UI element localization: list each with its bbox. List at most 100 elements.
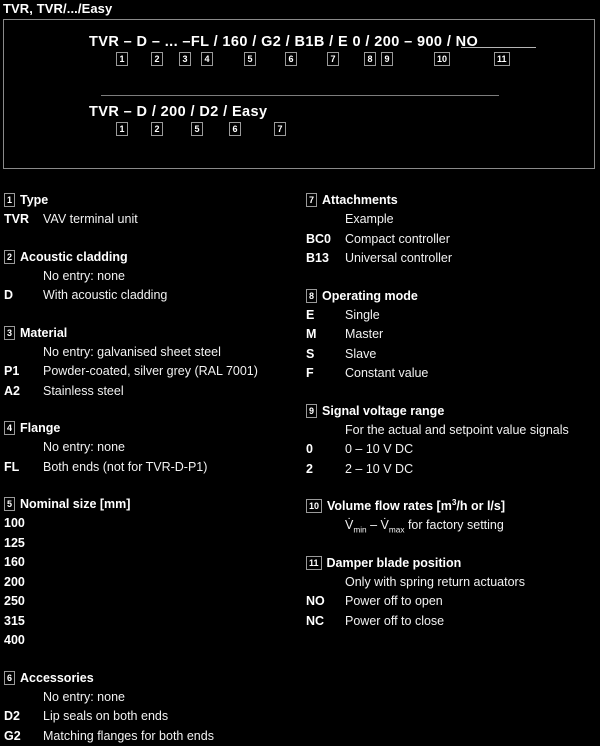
legend-group-3: 3 MaterialNo entry: galvanised sheet stee… bbox=[4, 323, 300, 402]
legend-title-3: Material bbox=[20, 323, 67, 343]
legend-row-value: Example bbox=[345, 210, 394, 230]
legend-row-key bbox=[4, 438, 43, 458]
legend-row-value: Lip seals on both ends bbox=[43, 707, 168, 727]
order-code-badges-2: 12567 bbox=[89, 122, 267, 138]
legend-row-value: With acoustic cladding bbox=[43, 286, 167, 306]
legend-row-key: 200 bbox=[4, 573, 43, 593]
legend-row-key: 100 bbox=[4, 514, 43, 534]
code-badge-1: 1 bbox=[116, 122, 128, 136]
order-code-text-1: TVR – D – ... –FL / 160 / G2 / B1B / E 0… bbox=[89, 32, 478, 52]
legend-column-left: 1TypeTVRVAV terminal unit 2Acoustic cladd… bbox=[4, 190, 300, 746]
legend-row-value: V̇min – V̇max for factory setting bbox=[345, 516, 504, 536]
order-code-frame: TVR – D – ... –FL / 160 / G2 / B1B / E 0… bbox=[3, 19, 595, 169]
legend-title-11: Damper blade position bbox=[327, 553, 462, 573]
legend-row-value: Universal controller bbox=[345, 249, 452, 269]
legend-row-key bbox=[306, 573, 345, 593]
legend-row-value: Compact controller bbox=[345, 230, 450, 250]
legend-group-header-4: 4Flange bbox=[4, 418, 300, 438]
legend-row: 315 bbox=[4, 612, 300, 632]
page-root: TVR, TVR/.../Easy TVR – D – ... –FL / 16… bbox=[0, 0, 600, 661]
legend-row: TVRVAV terminal unit bbox=[4, 210, 300, 230]
legend-group-8: 8Operating modeESingleMMasterSSlaveFCons… bbox=[306, 286, 600, 384]
legend-row-key: D2 bbox=[4, 707, 43, 727]
legend-row-value: Slave bbox=[345, 345, 376, 365]
legend-row: A2Stainless steel bbox=[4, 382, 300, 402]
legend-row-value: Power off to close bbox=[345, 612, 444, 632]
legend-group-2: 2Acoustic claddingNo entry: noneDWith ac… bbox=[4, 247, 300, 306]
legend-group-4: 4FlangeNo entry: noneFLBoth ends (not fo… bbox=[4, 418, 300, 477]
code-badge-3: 3 bbox=[179, 52, 191, 66]
legend-row-key: FL bbox=[4, 458, 43, 478]
legend-group-9: 9Signal voltage rangeFor the actual and … bbox=[306, 401, 600, 480]
legend-row: Only with spring return actuators bbox=[306, 573, 600, 593]
code-badge-7: 7 bbox=[274, 122, 286, 136]
legend-row-key bbox=[306, 516, 345, 536]
legend-row-value: 0 – 10 V DC bbox=[345, 440, 413, 460]
legend-row-key: P1 bbox=[4, 362, 43, 382]
legend-group-header-6: 6Accessories bbox=[4, 668, 300, 688]
legend-row: MMaster bbox=[306, 325, 600, 345]
volume-flow-bracket bbox=[461, 47, 536, 48]
legend-group-header-5: 5Nominal size [mm] bbox=[4, 494, 300, 514]
legend-row-value: Both ends (not for TVR-D-P1) bbox=[43, 458, 207, 478]
legend-row-key: S bbox=[306, 345, 345, 365]
legend-group-spacer bbox=[4, 306, 300, 323]
legend-badge-3: 3 bbox=[4, 326, 15, 340]
legend-badge-11: 11 bbox=[306, 556, 322, 570]
legend-row: 200 bbox=[4, 573, 300, 593]
legend-row-key: BC0 bbox=[306, 230, 345, 250]
legend-badge-10: 10 bbox=[306, 499, 322, 513]
legend-group-header-3: 3 Material bbox=[4, 323, 300, 343]
legend-row: BC0Compact controller bbox=[306, 230, 600, 250]
legend-row-key: NO bbox=[306, 592, 345, 612]
code-badge-1: 1 bbox=[116, 52, 128, 66]
legend-row-key: B13 bbox=[306, 249, 345, 269]
legend-row-key: 250 bbox=[4, 592, 43, 612]
legend-row-value: No entry: none bbox=[43, 688, 125, 708]
legend-row: 250 bbox=[4, 592, 300, 612]
legend-group-spacer bbox=[306, 384, 600, 401]
legend-badge-2: 2 bbox=[4, 250, 15, 264]
legend-group-spacer bbox=[4, 477, 300, 494]
legend-row-key: 400 bbox=[4, 631, 43, 651]
legend-row-key: D bbox=[4, 286, 43, 306]
legend-row: DWith acoustic cladding bbox=[4, 286, 300, 306]
code-badge-9: 9 bbox=[381, 52, 393, 66]
code-badge-5: 5 bbox=[244, 52, 256, 66]
legend-row: No entry: none bbox=[4, 438, 300, 458]
legend-title-5: Nominal size [mm] bbox=[20, 494, 130, 514]
legend-group-5: 5Nominal size [mm]100125160200250315400 bbox=[4, 494, 300, 651]
legend-row-key: TVR bbox=[4, 210, 43, 230]
legend-title-9: Signal voltage range bbox=[322, 401, 444, 421]
legend-row-key bbox=[4, 267, 43, 287]
legend-row: FConstant value bbox=[306, 364, 600, 384]
legend-row-value: 2 – 10 V DC bbox=[345, 460, 413, 480]
code-badge-6: 6 bbox=[285, 52, 297, 66]
legend-row-key: 160 bbox=[4, 553, 43, 573]
legend-row-value: Matching flanges for both ends bbox=[43, 727, 214, 746]
code-badge-5: 5 bbox=[191, 122, 203, 136]
legend-row: SSlave bbox=[306, 345, 600, 365]
legend-row-key bbox=[306, 210, 345, 230]
legend-group-header-11: 11 Damper blade position bbox=[306, 553, 600, 573]
legend-row-key bbox=[4, 688, 43, 708]
legend-group-header-1: 1Type bbox=[4, 190, 300, 210]
legend-row: 125 bbox=[4, 534, 300, 554]
legend-row: 100 bbox=[4, 514, 300, 534]
legend-row-key: E bbox=[306, 306, 345, 326]
legend-row-value: Powder-coated, silver grey (RAL 7001) bbox=[43, 362, 258, 382]
legend-row-key: 2 bbox=[306, 460, 345, 480]
code-badge-4: 4 bbox=[201, 52, 213, 66]
legend-row-value: Only with spring return actuators bbox=[345, 573, 525, 593]
order-code-text-2: TVR – D / 200 / D2 / Easy bbox=[89, 102, 267, 122]
legend-row: No entry: galvanised sheet steel bbox=[4, 343, 300, 363]
legend-title-1: Type bbox=[20, 190, 48, 210]
legend-row-key: 0 bbox=[306, 440, 345, 460]
code-badge-2: 2 bbox=[151, 52, 163, 66]
code-badge-2: 2 bbox=[151, 122, 163, 136]
legend-row: NCPower off to close bbox=[306, 612, 600, 632]
legend-row-value: Single bbox=[345, 306, 380, 326]
legend-row: 00 – 10 V DC bbox=[306, 440, 600, 460]
legend-group-header-2: 2Acoustic cladding bbox=[4, 247, 300, 267]
legend-title-10: Volume flow rates [m3/h or l/s] bbox=[327, 496, 505, 516]
